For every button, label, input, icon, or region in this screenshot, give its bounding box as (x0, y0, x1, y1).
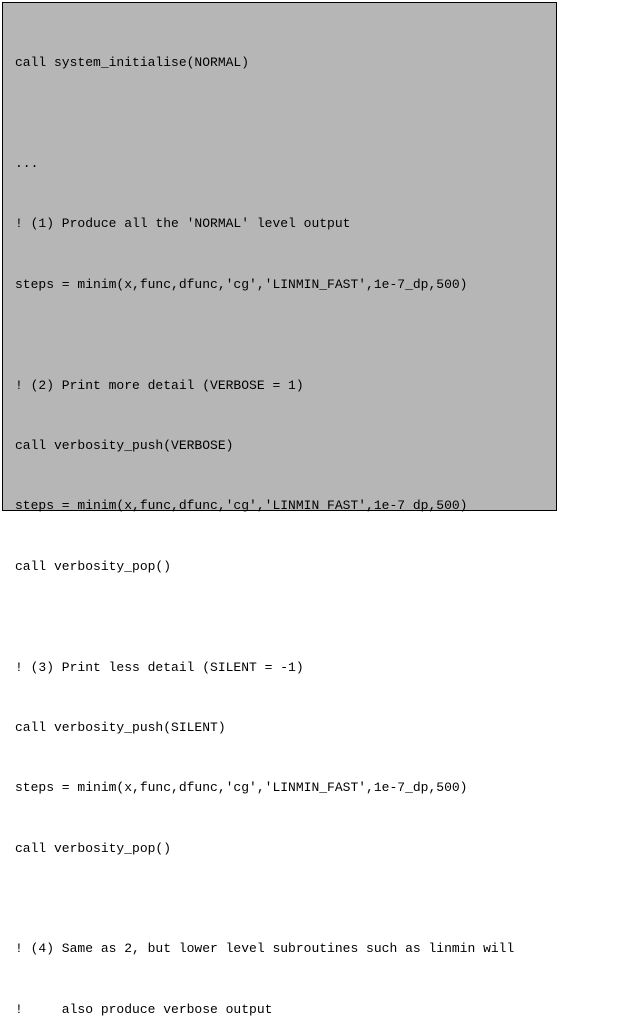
code-line: call verbosity_pop() (15, 557, 544, 577)
code-line: call verbosity_pop() (15, 839, 544, 859)
code-line: ... (15, 154, 544, 174)
code-line: ! (1) Produce all the 'NORMAL' level out… (15, 214, 544, 234)
code-line: call verbosity_push(SILENT) (15, 718, 544, 738)
code-line: call system_initialise(NORMAL) (15, 53, 544, 73)
code-line: ! (3) Print less detail (SILENT = -1) (15, 658, 544, 678)
code-line: ! (2) Print more detail (VERBOSE = 1) (15, 376, 544, 396)
code-line: steps = minim(x,func,dfunc,'cg','LINMIN_… (15, 496, 544, 516)
code-line: ! also produce verbose output (15, 1000, 544, 1020)
code-listing: call system_initialise(NORMAL) ... ! (1)… (2, 2, 557, 511)
code-line: ! (4) Same as 2, but lower level subrout… (15, 939, 544, 959)
code-line: steps = minim(x,func,dfunc,'cg','LINMIN_… (15, 275, 544, 295)
code-line: call verbosity_push(VERBOSE) (15, 436, 544, 456)
code-line: steps = minim(x,func,dfunc,'cg','LINMIN_… (15, 778, 544, 798)
